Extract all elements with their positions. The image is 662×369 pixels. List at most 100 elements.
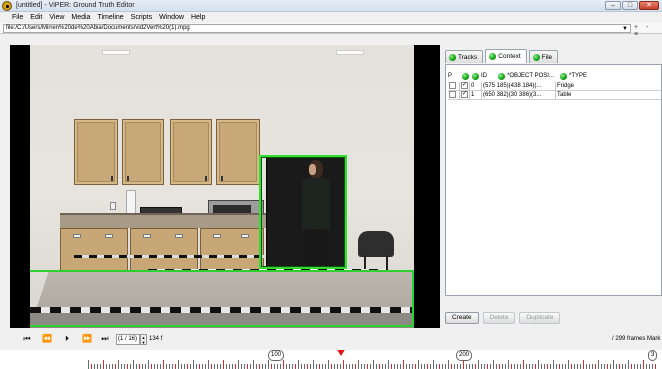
playhead-icon[interactable]	[336, 350, 346, 356]
table-row[interactable]: ✓ 1 (650 382)(30 386)(3... Table	[448, 90, 661, 100]
menu-window[interactable]: Window	[159, 14, 184, 21]
menu-bar: File Edit View Media Timeline Scripts Wi…	[0, 12, 662, 23]
visible-checkbox[interactable]: ✓	[461, 90, 468, 98]
timeline-ruler[interactable]: 100 200 3	[0, 350, 662, 369]
frame-spinner[interactable]: ▲ ▼	[140, 334, 147, 345]
timeline-marker[interactable]: 3	[648, 350, 658, 361]
upper-cabinet	[74, 119, 118, 185]
fast-forward-icon[interactable]: ⏩	[80, 334, 94, 344]
timeline-tick	[487, 364, 488, 369]
timeline-tick	[202, 364, 203, 369]
timeline-tick	[439, 364, 440, 369]
timeline-marker[interactable]: 200	[456, 350, 473, 361]
last-frame-icon[interactable]: ⏭	[98, 334, 112, 344]
timeline-tick	[463, 360, 464, 369]
title-bar: [untitled] - ViPER: Ground Truth Editor …	[0, 0, 662, 12]
step-play-icon[interactable]: ⏵	[60, 334, 74, 344]
timeline-tick	[136, 364, 137, 369]
chevron-down-icon[interactable]: ▼	[622, 26, 628, 32]
timeline-tick	[271, 364, 272, 369]
frame-rate-field[interactable]: (1 / 16)	[116, 334, 140, 345]
column-header-p[interactable]: P	[448, 73, 462, 79]
timeline-ticks	[88, 356, 662, 369]
timeline-tick	[616, 364, 617, 369]
minimize-button[interactable]: –	[605, 1, 621, 10]
video-viewer[interactable]	[10, 45, 440, 328]
menu-view[interactable]: View	[49, 14, 64, 21]
status-dot-icon	[472, 72, 479, 80]
menu-media[interactable]: Media	[71, 14, 90, 21]
table-bounding-box[interactable]	[30, 270, 414, 327]
timeline-tick	[496, 364, 497, 369]
timeline-tick	[511, 364, 512, 369]
timeline-tick	[322, 364, 323, 369]
path-controls[interactable]: + - ≡	[634, 24, 662, 38]
timeline-tick	[457, 364, 458, 369]
fridge-bounding-box[interactable]	[259, 155, 347, 269]
file-path-bar: file:/C:/Users/Mirren%20de%20Abia/Docume…	[0, 23, 662, 38]
timeline-marker[interactable]: 100	[268, 350, 285, 361]
column-header-type[interactable]: *TYPE	[554, 72, 614, 80]
tab-file[interactable]: File	[528, 50, 559, 63]
timeline-tick	[406, 364, 407, 369]
timeline-tick	[493, 360, 494, 369]
visible-checkbox[interactable]: ✓	[461, 81, 468, 89]
timeline-tick	[490, 364, 491, 369]
menu-scripts[interactable]: Scripts	[131, 14, 152, 21]
first-frame-icon[interactable]: ⏮	[20, 334, 34, 344]
menu-file[interactable]: File	[12, 14, 23, 21]
timeline-tick	[337, 364, 338, 369]
timeline-tick	[109, 364, 110, 369]
timeline-tick	[169, 364, 170, 369]
menu-help[interactable]: Help	[191, 14, 205, 21]
ceiling-light	[102, 50, 130, 55]
row-position[interactable]: (575 185)(438 184)(...	[482, 81, 556, 91]
timeline-tick	[388, 360, 389, 369]
timeline-tick	[568, 360, 569, 369]
create-button[interactable]: Create	[445, 312, 479, 324]
column-header-visible[interactable]	[462, 72, 472, 80]
column-header-id[interactable]: ID	[472, 72, 492, 80]
timeline-tick	[256, 364, 257, 369]
timeline-tick	[385, 364, 386, 369]
timeline-tick	[301, 364, 302, 369]
wall-outlet	[110, 202, 116, 210]
timeline-tick	[655, 364, 656, 369]
timeline-tick	[178, 360, 179, 369]
timeline-tick	[298, 360, 299, 369]
row-type[interactable]: Table	[556, 91, 659, 100]
delete-button[interactable]: Delete	[482, 312, 516, 324]
timeline-tick	[148, 360, 149, 369]
action-buttons: Create Delete Duplicate	[445, 312, 561, 324]
timeline-tick	[154, 364, 155, 369]
menu-timeline[interactable]: Timeline	[97, 14, 123, 21]
p-checkbox[interactable]	[449, 81, 456, 89]
window-title: [untitled] - ViPER: Ground Truth Editor	[16, 2, 135, 9]
timeline-tick	[430, 364, 431, 369]
file-path-field[interactable]: file:/C:/Users/Mirren%20de%20Abia/Docume…	[3, 24, 631, 33]
close-button[interactable]: ✕	[639, 1, 659, 10]
timeline-tick	[502, 364, 503, 369]
column-header-position[interactable]: *OBJECT POSI...	[492, 72, 554, 80]
timeline-tick	[199, 364, 200, 369]
timeline-tick	[532, 364, 533, 369]
rewind-icon[interactable]: ⏪	[40, 334, 54, 344]
tab-context[interactable]: Context	[485, 49, 527, 63]
timeline-tick	[91, 364, 92, 369]
maximize-button[interactable]: □	[622, 1, 638, 10]
row-position[interactable]: (650 382)(30 386)(3...	[482, 90, 556, 100]
timeline-tick	[325, 364, 326, 369]
row-id: 0	[470, 81, 482, 91]
timeline-tick	[418, 360, 419, 369]
timeline-tick	[184, 364, 185, 369]
current-frame-field[interactable]: 134 f	[149, 335, 162, 344]
p-checkbox[interactable]	[449, 90, 456, 98]
row-type[interactable]: Fridge	[556, 82, 659, 91]
menu-edit[interactable]: Edit	[30, 14, 42, 21]
timeline-tick	[451, 364, 452, 369]
timeline-tick	[523, 360, 524, 369]
timeline-tick	[448, 360, 449, 369]
status-dot-icon	[489, 53, 497, 60]
duplicate-button[interactable]: Duplicate	[519, 312, 561, 324]
tab-tracks[interactable]: Tracks	[445, 50, 484, 63]
